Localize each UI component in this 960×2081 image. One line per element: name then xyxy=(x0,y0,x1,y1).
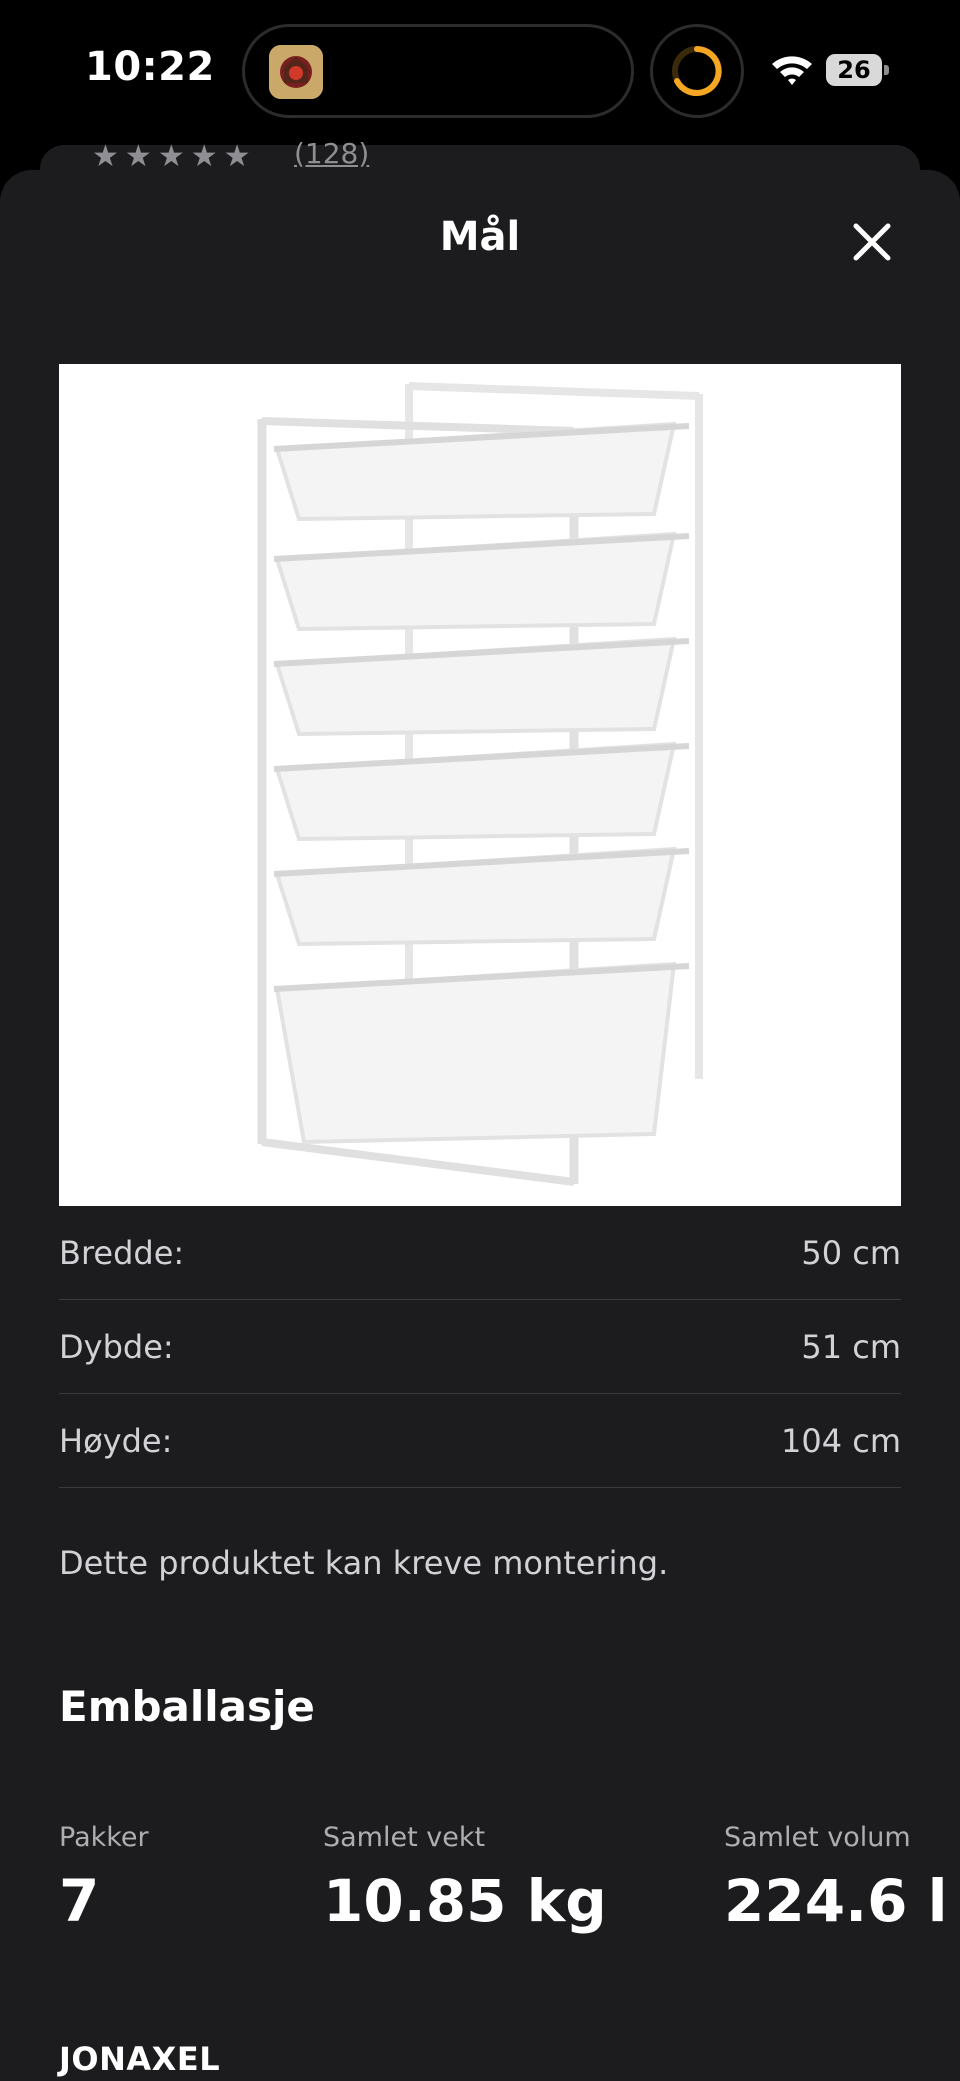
star-icon: ★ xyxy=(157,139,185,174)
dimension-label: Bredde: xyxy=(59,1233,185,1272)
stat-packages: Pakker 7 xyxy=(59,1822,149,1935)
review-count-link[interactable]: (128) xyxy=(294,137,369,170)
close-button[interactable] xyxy=(844,214,900,270)
dimensions-sheet: Mål Bredde: 50 cm Dybde: 51 cm Høyde: 10… xyxy=(0,170,960,2081)
stat-value: 224.6 l xyxy=(724,1867,948,1935)
status-bar: 10:22 26 xyxy=(0,0,960,140)
packaging-heading: Emballasje xyxy=(59,1682,315,1731)
stat-volume: Samlet volum 224.6 l xyxy=(724,1822,948,1935)
dimension-value: 51 cm xyxy=(801,1327,901,1366)
battery-icon: 26 xyxy=(826,54,889,86)
dimension-row: Høyde: 104 cm xyxy=(59,1394,901,1488)
star-icon: ★ xyxy=(92,139,119,174)
dimension-row: Dybde: 51 cm xyxy=(59,1300,901,1394)
stat-label: Pakker xyxy=(59,1822,149,1853)
product-brand: JONAXEL xyxy=(59,2040,221,2078)
sheet-title: Mål xyxy=(439,214,521,260)
half-star-icon: ★ xyxy=(223,139,251,174)
dimension-label: Dybde: xyxy=(59,1327,174,1366)
assembly-note: Dette produktet kan kreve montering. xyxy=(59,1544,669,1582)
app-icon xyxy=(269,45,323,99)
dynamic-island[interactable] xyxy=(242,24,634,118)
dimension-label: Høyde: xyxy=(59,1421,173,1460)
battery-level: 26 xyxy=(826,54,882,86)
stat-value: 10.85 kg xyxy=(323,1867,607,1935)
dimension-value: 50 cm xyxy=(801,1233,901,1272)
dimension-row: Bredde: 50 cm xyxy=(59,1206,901,1300)
activity-ring-icon[interactable] xyxy=(650,24,744,118)
stat-label: Samlet volum xyxy=(724,1822,911,1853)
close-icon xyxy=(853,223,891,261)
star-icon: ★ xyxy=(124,139,152,174)
stat-label: Samlet vekt xyxy=(323,1822,486,1853)
product-image xyxy=(59,364,901,1206)
dimension-value: 104 cm xyxy=(780,1421,901,1460)
star-icon: ★ xyxy=(190,139,218,174)
wifi-icon xyxy=(770,50,814,90)
status-time: 10:22 xyxy=(85,44,215,90)
stat-value: 7 xyxy=(59,1867,100,1935)
dimensions-list: Bredde: 50 cm Dybde: 51 cm Høyde: 104 cm xyxy=(59,1206,901,1488)
rating-stars: ★ ★ ★ ★ ★ xyxy=(92,139,251,174)
stat-weight: Samlet vekt 10.85 kg xyxy=(323,1822,607,1935)
